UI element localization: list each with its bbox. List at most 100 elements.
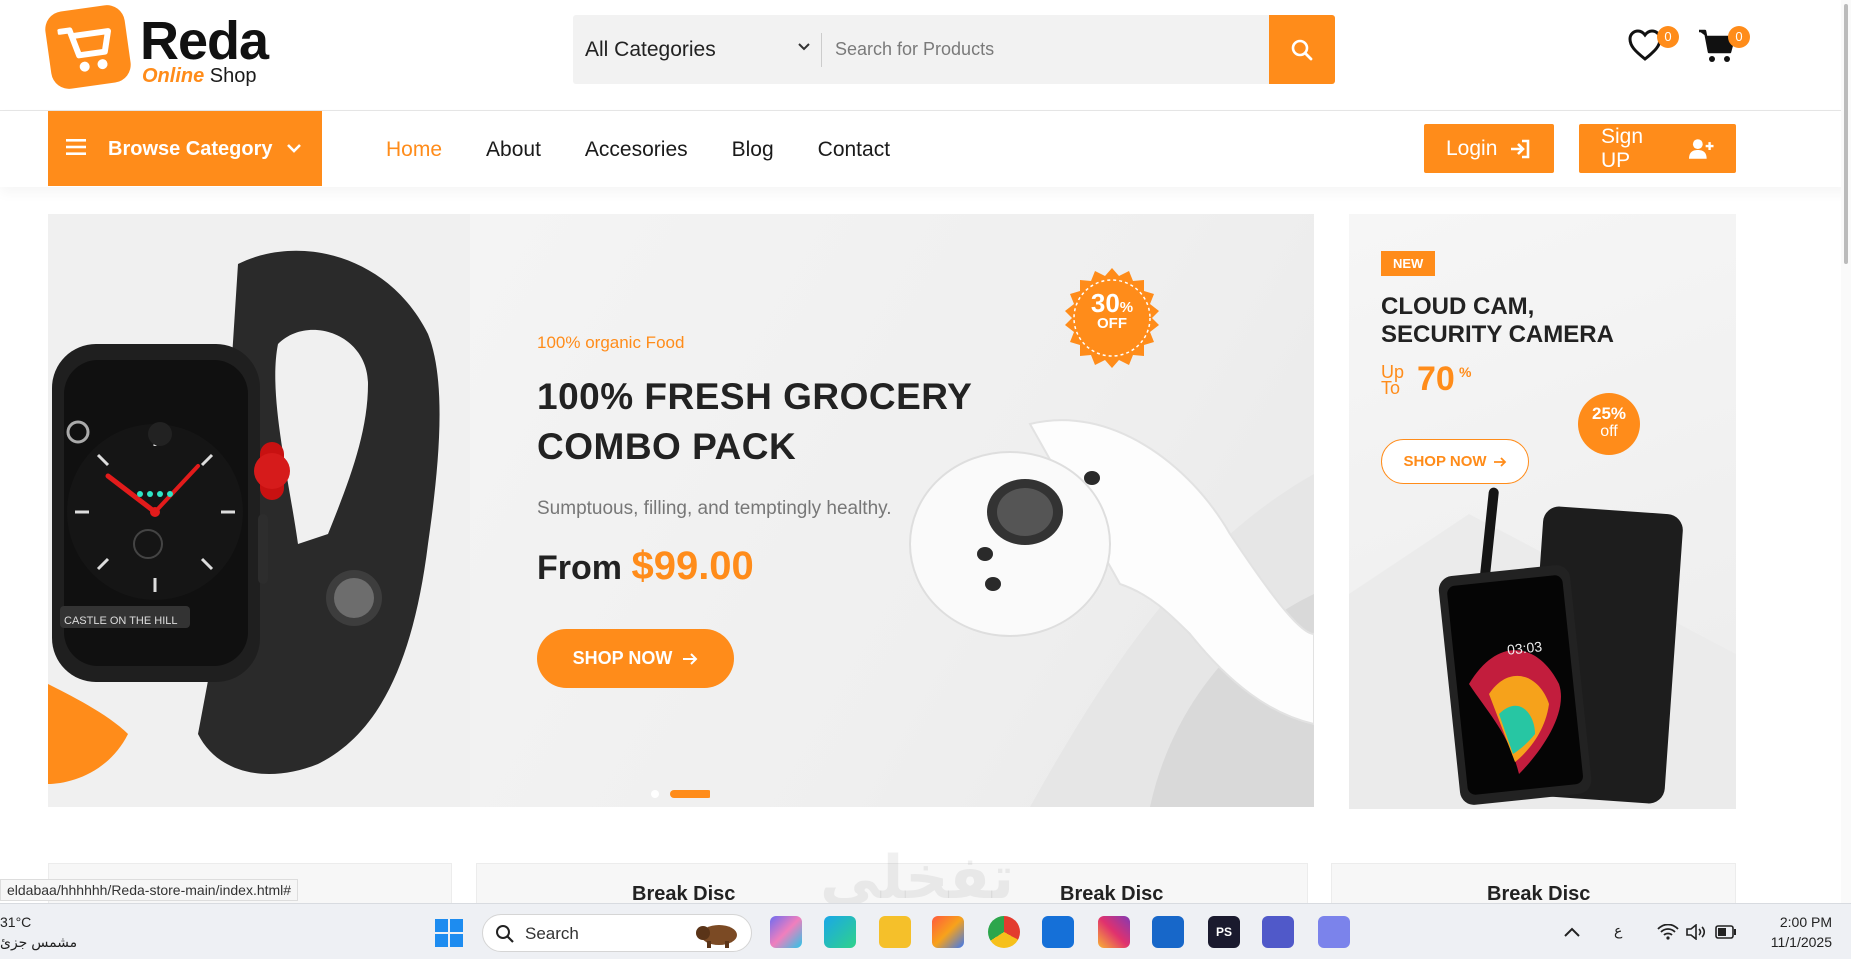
slider-dots — [651, 790, 710, 798]
seal-off: OFF — [1097, 315, 1127, 332]
chevron-down-icon — [798, 43, 810, 51]
office-icon[interactable] — [932, 916, 964, 948]
category-select[interactable]: All Categories — [585, 15, 815, 84]
side-discount-pct: % — [1459, 364, 1472, 380]
up-to-label: Up To — [1381, 363, 1404, 398]
clock-date: 11/1/2025 — [1770, 934, 1832, 950]
login-label: Login — [1446, 136, 1498, 160]
taskbar-clock[interactable]: 2:00 PM 11/1/2025 — [1760, 912, 1832, 952]
hero-price: From $99.00 — [537, 544, 754, 589]
nav-link-contact[interactable]: Contact — [818, 138, 890, 162]
search-icon — [496, 925, 514, 943]
seal-value: 30 — [1090, 288, 1120, 318]
seal-text: 30% OFF — [1060, 290, 1164, 332]
browse-category-button[interactable]: Browse Category — [48, 111, 322, 186]
sign-in-icon — [1511, 139, 1530, 158]
discount-seal: 30% OFF — [1060, 266, 1164, 370]
logo[interactable]: Reda Online Shop — [42, 2, 288, 92]
sign-up-label: Sign UP — [1601, 124, 1644, 172]
main-nav: Browse Category Home About Accesories Bl… — [0, 111, 1851, 187]
hero-slider: CASTLE ON THE HILL 100% organic Food 100… — [48, 214, 1314, 807]
windows-start-icon[interactable] — [434, 918, 464, 948]
scrollbar-thumb[interactable] — [1844, 4, 1848, 264]
cart-button[interactable]: 0 — [1698, 26, 1750, 72]
wifi-icon[interactable] — [1657, 924, 1679, 940]
bison-icon — [696, 925, 737, 948]
volume-icon[interactable] — [1686, 924, 1708, 940]
hero-shop-now-label: SHOP NOW — [572, 648, 673, 668]
site-header: Reda Online Shop All Categories 0 0 — [0, 0, 1851, 111]
copilot-icon[interactable] — [770, 916, 802, 948]
hero-description: Sumptuous, filling, and temptingly healt… — [537, 498, 892, 519]
cart-count-badge: 0 — [1728, 26, 1750, 48]
slider-dot-1[interactable] — [651, 790, 659, 798]
watch-face-text: CASTLE ON THE HILL — [64, 615, 178, 627]
side-promo-banner: NEW CLOUD CAM, SECURITY CAMERA Up To 70 … — [1349, 214, 1736, 809]
chevron-down-icon — [287, 144, 301, 153]
side-shop-now-button[interactable]: SHOP NOW — [1381, 439, 1529, 484]
nav-link-home[interactable]: Home — [386, 138, 442, 162]
browse-category-label: Browse Category — [108, 138, 273, 160]
login-button[interactable]: Login — [1424, 124, 1554, 173]
nav-link-about[interactable]: About — [486, 138, 541, 162]
category-select-value: All Categories — [585, 38, 716, 61]
clock-time: 2:00 PM — [1779, 914, 1832, 930]
side-title-line1: CLOUD CAM, — [1381, 293, 1535, 320]
nav-link-blog[interactable]: Blog — [732, 138, 774, 162]
seal-pct: % — [1119, 299, 1134, 316]
brand-tagline-rest: Shop — [209, 65, 257, 87]
menu-icon — [66, 139, 86, 155]
search-input[interactable] — [835, 15, 1265, 84]
cart-logo-icon — [42, 2, 134, 92]
status-bar-url: eldabaa/hhhhhh/Reda-store-main/index.htm… — [0, 879, 299, 901]
side-discount-value: 70 — [1417, 360, 1455, 398]
side-shop-now-label: SHOP NOW — [1403, 453, 1487, 470]
brand-name: Reda — [140, 11, 269, 71]
discount-circle-off: off — [1600, 423, 1618, 440]
up-to-line2: To — [1381, 378, 1401, 398]
nav-link-accessories[interactable]: Accesories — [585, 138, 688, 162]
weather-desc: مشمس جزئ — [0, 934, 78, 950]
search-bar: All Categories — [573, 15, 1335, 84]
brand-tagline-accent: Online — [142, 65, 205, 87]
product-card[interactable]: Break Disc — [1331, 863, 1736, 905]
chrome-icon[interactable] — [988, 916, 1020, 948]
hero-shop-now-button[interactable]: SHOP NOW — [537, 629, 734, 688]
wishlist-button[interactable]: 0 — [1627, 26, 1679, 72]
outlook-icon[interactable] — [1042, 916, 1074, 948]
slider-dot-2-active[interactable] — [670, 790, 710, 798]
os-taskbar: 31°C مشمس جزئ Search PS ع 2:00 PM 11/1/2… — [0, 903, 1851, 959]
page-scrollbar[interactable] — [1841, 0, 1851, 903]
weather-temp: 31°C — [0, 914, 32, 930]
phpstorm-label: PS — [1215, 925, 1232, 939]
teams-work-icon[interactable] — [1318, 916, 1350, 948]
discount-circle-badge: 25% off — [1578, 393, 1640, 455]
file-explorer-icon[interactable] — [879, 916, 911, 948]
price-value: $99.00 — [631, 544, 754, 588]
input-language[interactable]: ع — [1614, 922, 1622, 978]
edge-icon[interactable] — [824, 916, 856, 948]
weather-widget[interactable]: 31°C مشمس جزئ — [0, 912, 77, 952]
price-prefix: From — [537, 549, 622, 587]
arrow-right-icon — [1493, 456, 1506, 467]
side-title-line2: SECURITY CAMERA — [1381, 321, 1614, 348]
search-icon — [1291, 39, 1313, 60]
battery-icon[interactable] — [1715, 925, 1737, 939]
hero-title-line1: 100% FRESH GROCERY — [537, 376, 973, 417]
arrow-right-icon — [683, 652, 698, 665]
search-button[interactable] — [1269, 15, 1335, 84]
nav-links: Home About Accesories Blog Contact — [386, 138, 890, 162]
chevron-up-icon[interactable] — [1563, 926, 1581, 938]
add-user-icon — [1688, 138, 1714, 159]
search-divider — [821, 33, 822, 67]
sign-up-button[interactable]: Sign UP — [1579, 124, 1736, 173]
phpstorm-icon[interactable]: PS — [1208, 916, 1240, 948]
teams-icon[interactable] — [1262, 916, 1294, 948]
taskbar-search[interactable]: Search — [482, 914, 752, 952]
instagram-icon[interactable] — [1098, 916, 1130, 948]
azure-data-studio-icon[interactable] — [1152, 916, 1184, 948]
smartwatch-image: CASTLE ON THE HILL — [48, 214, 470, 807]
brand-tagline: Online Shop — [142, 66, 257, 86]
taskbar-search-label: Search — [525, 924, 579, 943]
discount-circle-value: 25% — [1591, 404, 1627, 423]
